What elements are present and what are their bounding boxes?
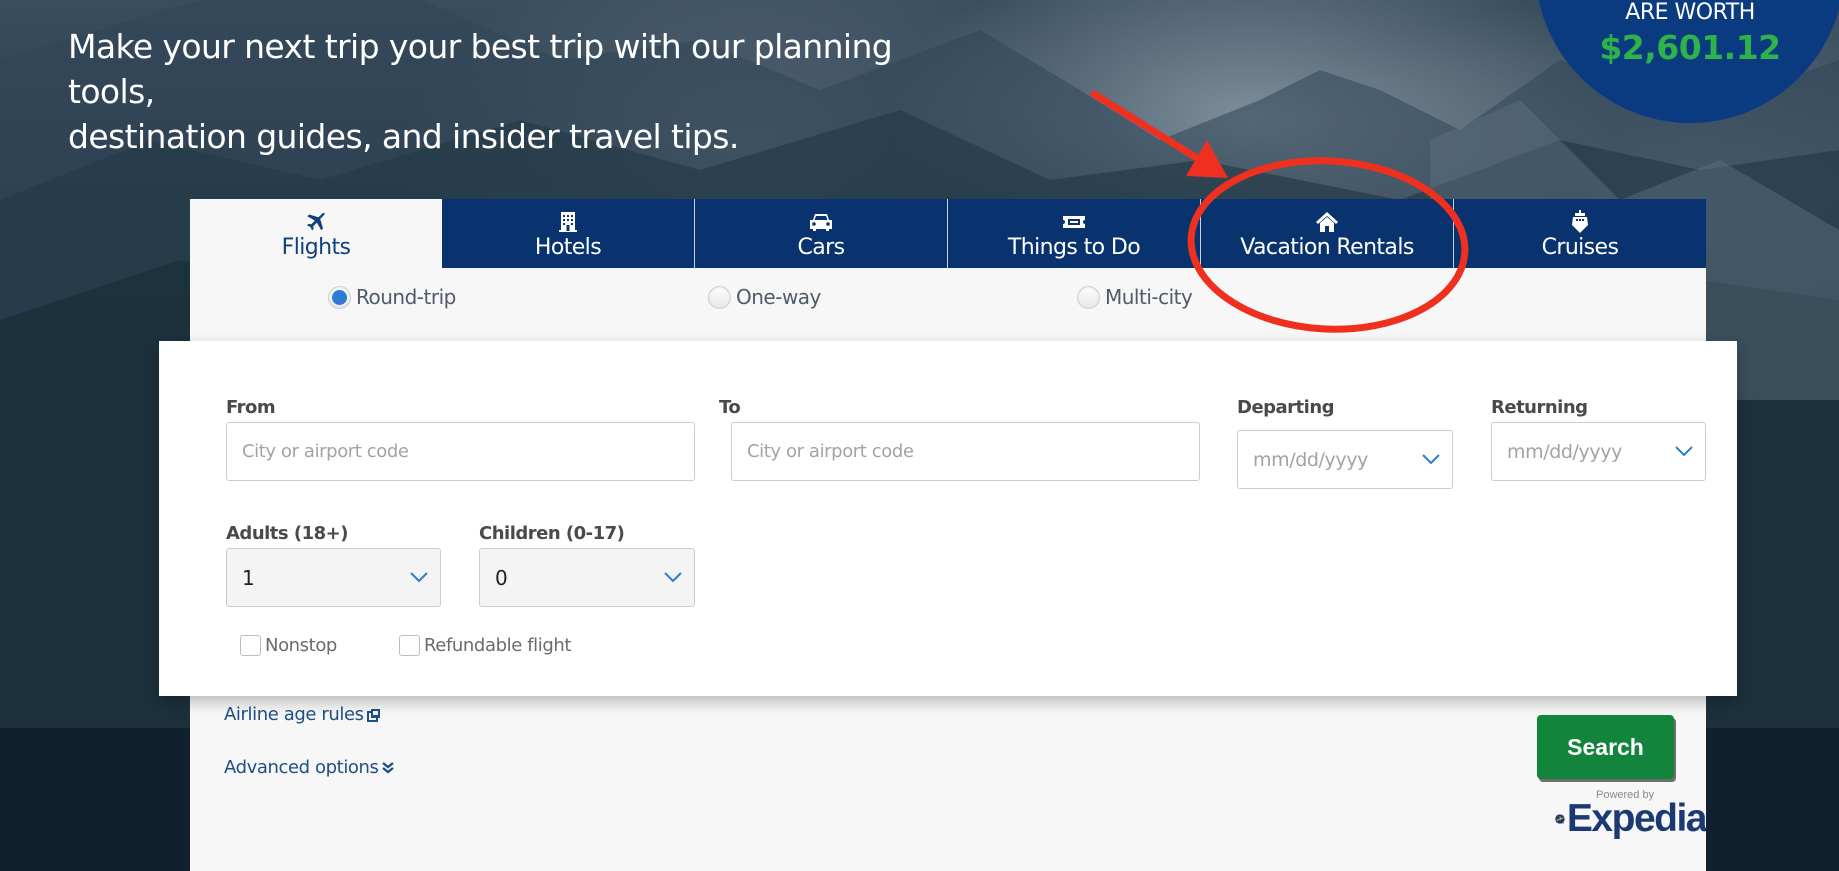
radio-button-selected[interactable] (328, 285, 351, 309)
children-value: 0 (495, 565, 508, 590)
refundable-flight-checkbox[interactable]: Refundable flight (399, 635, 571, 656)
departing-label: Departing (1237, 397, 1335, 418)
building-icon (558, 209, 578, 235)
radio-multi-city[interactable]: Multi-city (1077, 285, 1193, 309)
search-tabs: Flights Hotels Cars Things to Do Vacatio… (190, 199, 1706, 268)
advanced-options-link[interactable]: Advanced options (224, 757, 394, 778)
departing-date-picker[interactable]: mm/dd/yyyy (1237, 430, 1453, 489)
tab-label: Flights (281, 235, 351, 260)
house-icon (1315, 209, 1339, 235)
ticket-icon (1062, 209, 1086, 235)
nonstop-checkbox[interactable]: Nonstop (240, 635, 337, 656)
hero-headline-line-1: Make your next trip your best trip with … (68, 27, 893, 111)
hero-headline-line-2: destination guides, and insider travel t… (68, 117, 739, 156)
tab-label: Hotels (534, 235, 602, 260)
ship-icon (1570, 209, 1590, 235)
car-icon (808, 209, 834, 235)
children-label: Children (0-17) (479, 523, 625, 544)
returning-label: Returning (1491, 397, 1588, 418)
radio-label: One-way (736, 285, 821, 309)
tab-flights[interactable]: Flights (190, 199, 442, 268)
search-button[interactable]: Search (1537, 715, 1674, 779)
checkbox-label: Nonstop (265, 635, 337, 656)
chevron-down-icon (410, 571, 428, 582)
returning-placeholder: mm/dd/yyyy (1507, 440, 1622, 463)
double-chevron-down-icon (381, 761, 394, 774)
expedia-wordmark: Expedia (1566, 797, 1706, 840)
tab-cruises[interactable]: Cruises (1453, 199, 1706, 268)
adults-select[interactable]: 1 (226, 548, 441, 607)
badge-value: $2,601.12 (1599, 28, 1781, 67)
tab-things-to-do[interactable]: Things to Do (947, 199, 1200, 268)
tab-label: Cruises (1541, 235, 1619, 260)
to-input[interactable] (731, 422, 1200, 481)
chevron-down-icon (1675, 445, 1693, 456)
tab-hotels[interactable]: Hotels (442, 199, 694, 268)
tab-label: Things to Do (1007, 235, 1141, 260)
expedia-logo: Expedia (1555, 795, 1706, 843)
adults-label: Adults (18+) (226, 523, 348, 544)
children-select[interactable]: 0 (479, 548, 695, 607)
to-label: To (719, 397, 741, 418)
radio-button[interactable] (1077, 285, 1100, 309)
radio-label: Multi-city (1105, 285, 1193, 309)
checkbox-box[interactable] (399, 635, 420, 656)
airline-age-rules-link[interactable]: Airline age rules (224, 704, 381, 725)
external-link-icon (366, 708, 380, 722)
chevron-down-icon (1422, 453, 1440, 464)
from-input[interactable] (226, 422, 695, 481)
link-label: Airline age rules (224, 704, 364, 725)
flight-search-form: From To Departing mm/dd/yyyy Returning m… (159, 341, 1737, 696)
tab-vacation-rentals[interactable]: Vacation Rentals (1200, 199, 1453, 268)
checkbox-box[interactable] (240, 635, 261, 656)
badge-label: ARE WORTH (1625, 0, 1755, 25)
expedia-globe-icon (1555, 814, 1565, 824)
returning-date-picker[interactable]: mm/dd/yyyy (1491, 422, 1706, 481)
tab-label: Cars (797, 235, 846, 260)
adults-value: 1 (242, 565, 255, 590)
trip-type-group: Round-trip One-way Multi-city (190, 285, 1706, 315)
radio-label: Round-trip (356, 285, 456, 309)
from-label: From (226, 397, 276, 418)
radio-button[interactable] (708, 285, 731, 309)
chevron-down-icon (664, 571, 682, 582)
radio-round-trip[interactable]: Round-trip (328, 285, 456, 309)
tab-label: Vacation Rentals (1240, 235, 1414, 260)
airplane-icon (304, 209, 328, 235)
tab-cars[interactable]: Cars (694, 199, 947, 268)
link-label: Advanced options (224, 757, 379, 778)
hero-headline: Make your next trip your best trip with … (68, 24, 968, 159)
departing-placeholder: mm/dd/yyyy (1253, 448, 1368, 471)
radio-dot (332, 289, 347, 305)
checkbox-label: Refundable flight (424, 635, 572, 656)
radio-one-way[interactable]: One-way (708, 285, 821, 309)
